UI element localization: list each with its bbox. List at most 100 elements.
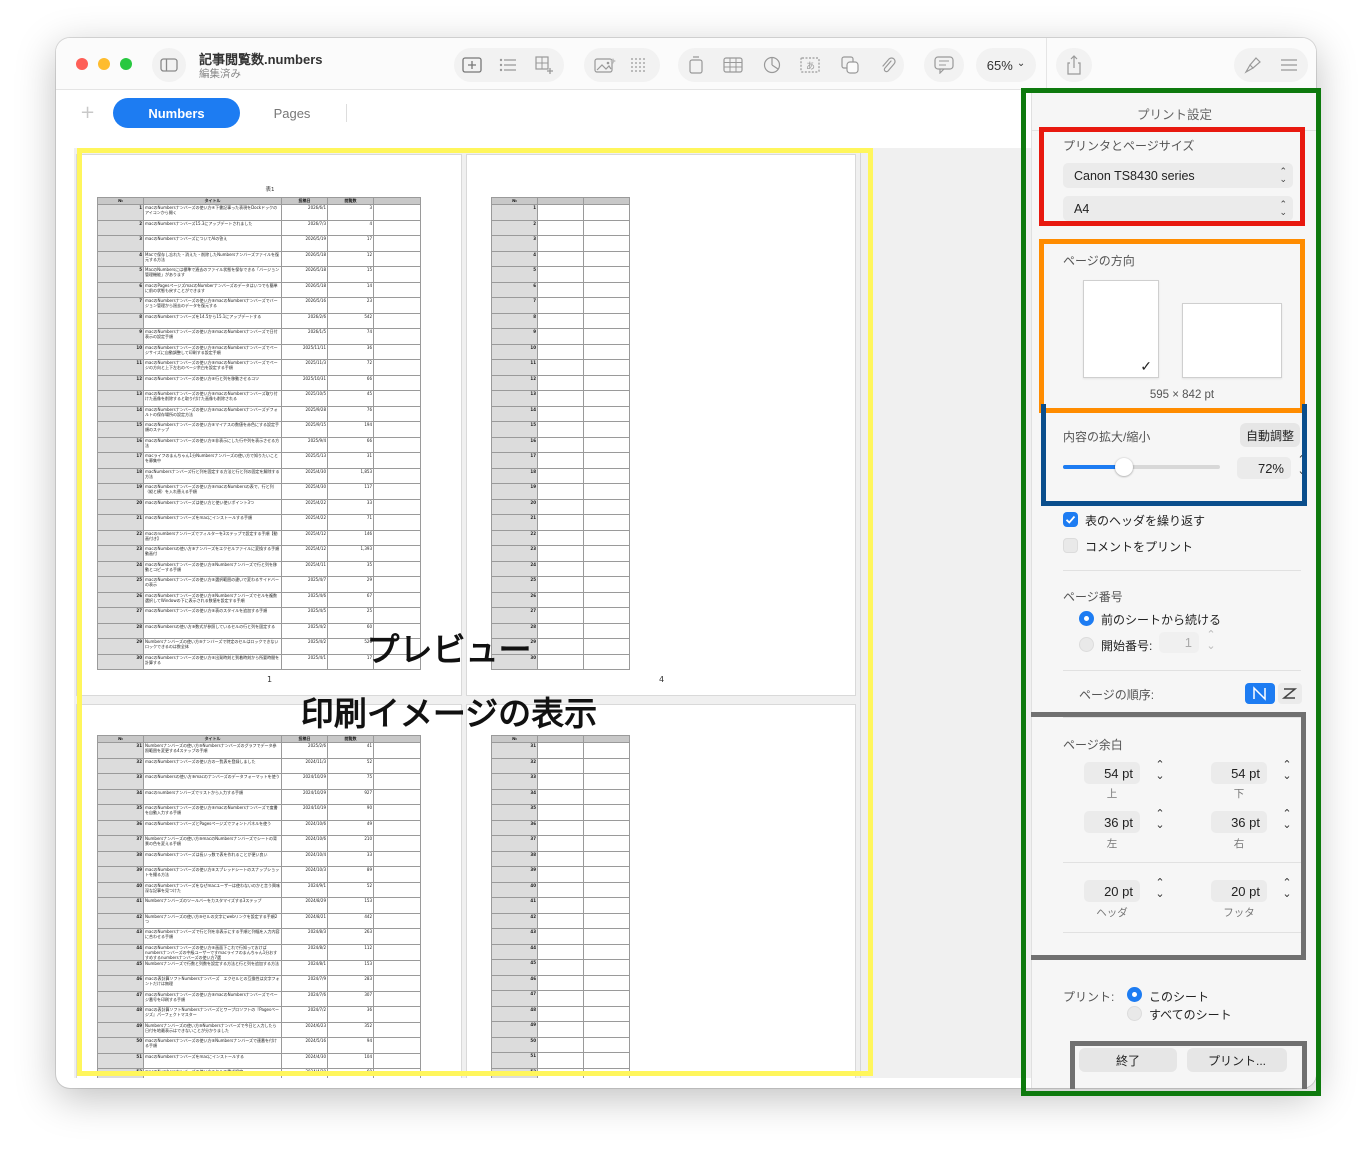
attachment-icon[interactable] [876,50,900,80]
table-icon[interactable] [720,50,746,80]
scale-slider[interactable] [1063,457,1220,477]
table-cell [537,607,584,624]
tab-numbers[interactable]: Numbers [113,98,240,128]
table-cell [537,773,584,790]
start-number-field[interactable]: 1 [1159,632,1199,653]
margin-right-field[interactable]: 36 pt [1211,811,1267,833]
page-order-down-then-across-button[interactable] [1245,683,1275,704]
table-cell: 15 [97,421,144,438]
shape-icon[interactable] [838,50,862,80]
table-cell: 2024/8/29 [281,897,328,914]
table-cell: 46 [97,975,144,992]
comment-icon[interactable] [932,50,956,80]
pivot-icon[interactable] [684,50,708,80]
organize-icon[interactable] [1276,50,1302,80]
all-sheets-label: すべてのシート [1149,1008,1232,1022]
table-cell: 2026/5/18 [281,266,328,283]
page-order-across-then-down-button[interactable] [1278,683,1302,704]
margin-right-stepper[interactable]: ⌃ ⌄ [1280,809,1294,835]
table-cell [373,912,421,929]
table-cell: 2025/4/30 [281,467,328,484]
table-cell: 153 [327,959,374,976]
header-margin-field[interactable]: 20 pt [1084,880,1140,902]
table-cell [537,819,584,836]
all-sheets-radio[interactable] [1127,1006,1142,1021]
table-cell: 263 [327,928,374,945]
table-cell: macのNumbersナンバーズの使い方⑨スプレッドシートのスナップショットを撮… [143,866,282,883]
chart-icon[interactable] [760,50,784,80]
grid-dots-icon[interactable] [628,50,650,80]
table-cell: macのNumbersナンバーズの使い方の一覧表を登録しました [143,757,282,774]
table-cell [373,436,421,453]
margin-left-stepper[interactable]: ⌃ ⌄ [1153,809,1167,835]
margin-top-stepper[interactable]: ⌃ ⌄ [1153,760,1167,786]
table-cell: 3 [97,235,144,252]
table-cell: 94 [327,1037,374,1054]
table-cell [373,881,421,898]
printer-select[interactable]: Canon TS8430 series ⌃ ⌄ [1063,163,1293,188]
table-cell: 2024/10/29 [281,773,328,790]
paper-size-select[interactable]: A4 ⌃ ⌄ [1063,196,1293,221]
media-icon[interactable] [592,50,618,80]
table-row: 38 [491,850,630,867]
auto-fit-button[interactable]: 自動調整 [1240,423,1300,447]
minimize-window-button[interactable] [98,58,110,70]
table-row: 45 [491,959,630,976]
checkmark-icon [1065,515,1076,524]
sidebar-toggle-icon[interactable] [156,50,182,80]
table-cell: 28 [97,622,144,639]
this-sheet-radio[interactable] [1127,987,1142,1002]
table-cell: 104 [327,1052,374,1069]
footer-margin-field[interactable]: 20 pt [1211,880,1267,902]
landscape-option[interactable] [1182,303,1282,378]
table-cell [373,819,421,836]
table-cell: 927 [327,788,374,805]
table-row: 15 macのNumbersナンバーズの使い方⑨マイナスの数値を赤色にする設定手順… [97,421,421,438]
table-row: 36 [491,819,630,836]
table-cell [373,897,421,914]
table-cell: macのNumbersナンバーズの使い方⑨セルの書式設定 [143,1068,282,1078]
scale-field[interactable]: 72% [1237,457,1291,479]
close-window-button[interactable] [76,58,88,70]
footer-margin-stepper[interactable]: ⌃ ⌄ [1280,878,1294,904]
table-cell [583,850,630,867]
tab-pages[interactable]: Pages [256,98,328,128]
margin-top-field[interactable]: 54 pt [1084,762,1140,784]
zoom-window-button[interactable] [120,58,132,70]
table-cell: 21 [491,514,538,531]
list-icon[interactable] [496,50,520,80]
share-icon[interactable] [1062,50,1086,80]
scale-stepper[interactable]: ⌃ ⌄ [1295,455,1309,481]
margin-bottom-stepper[interactable]: ⌃ ⌄ [1280,760,1294,786]
table-cell [537,959,584,976]
zoom-select[interactable]: 65% ⌄ [976,48,1036,82]
table-cell: 2024/8/21 [281,912,328,929]
start-number-radio[interactable] [1079,637,1094,652]
table-row: 37 Numbersナンバーズの使い方⑨macのNumbersナンバーズでシートの… [97,835,421,852]
portrait-option[interactable]: ✓ [1083,280,1159,378]
margin-left-field[interactable]: 36 pt [1084,811,1140,833]
table-cell: 18 [97,467,144,484]
print-button[interactable]: プリント... [1187,1048,1287,1072]
done-button[interactable]: 終了 [1079,1048,1177,1072]
table-cell: 26 [97,591,144,608]
repeat-headers-checkbox[interactable] [1063,512,1078,527]
print-comments-checkbox[interactable] [1063,538,1078,553]
table-row: 1 macのNumbersナンバーズの使い方④下書記事った表現をDockドックのア… [97,204,421,221]
table-row: 24 [491,560,630,577]
continue-from-previous-radio[interactable] [1079,611,1094,626]
table-cell [583,742,630,759]
table-cell: macのNumbersナンバーズの使い方⑨Numbersナンバーズで連番を付ける… [143,1037,282,1054]
text-box-icon[interactable]: あ [798,50,822,80]
table-cell: 41 [97,897,144,914]
insert-icon[interactable] [460,50,484,80]
table-cell: macのNumbersナンバーズの使い方⑨macのNumbersナンバーズデフォ… [143,405,282,422]
table-cell: macの表計算ソフトNumbersナンバーズとワープロソフトの『Pagesページ… [143,1006,282,1023]
slider-knob[interactable] [1115,458,1134,476]
margin-bottom-field[interactable]: 54 pt [1211,762,1267,784]
table-add-icon[interactable] [532,50,556,80]
header-margin-stepper[interactable]: ⌃ ⌄ [1153,878,1167,904]
add-sheet-button[interactable]: + [80,102,95,123]
format-brush-icon[interactable] [1240,50,1266,80]
start-number-stepper[interactable]: ⌃ ⌄ [1204,630,1218,656]
